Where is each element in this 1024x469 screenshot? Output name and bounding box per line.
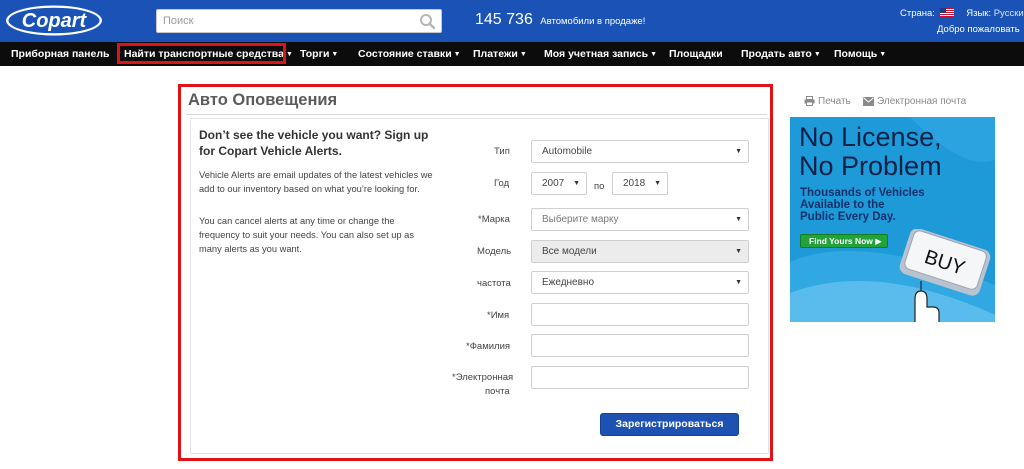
- email-label-line1: *Электронная: [452, 372, 514, 383]
- printer-icon: [804, 96, 815, 106]
- make-select[interactable]: Выберите марку ▼: [531, 208, 749, 231]
- year-to-select[interactable]: 2018 ▼: [612, 172, 668, 195]
- email-label-line2: почта: [485, 386, 510, 397]
- chevron-down-icon: ▼: [519, 51, 527, 58]
- ad-headline-1: No License,: [799, 122, 942, 152]
- chevron-down-icon: ▼: [735, 148, 742, 155]
- language-selector[interactable]: Русский: [994, 8, 1024, 19]
- frequency-label: частота: [477, 278, 511, 289]
- ad-find-button[interactable]: Find Yours Now ▶: [800, 234, 888, 248]
- ad-headline-2: No Problem: [799, 151, 942, 181]
- last-name-input[interactable]: [531, 334, 749, 357]
- chevron-down-icon: ▼: [453, 51, 461, 58]
- chevron-down-icon: ▼: [879, 51, 887, 58]
- search-input[interactable]: [157, 10, 413, 32]
- nav-help[interactable]: Помощь ▼: [834, 42, 886, 66]
- type-label: Тип: [494, 146, 510, 157]
- nav-highlight-frame: [117, 43, 286, 64]
- email-label: Электронная почта: [877, 96, 967, 107]
- search-box[interactable]: [156, 9, 442, 33]
- chevron-down-icon: ▼: [285, 51, 293, 58]
- country-label: Страна:: [900, 8, 935, 19]
- vehicle-count-number: 145 736: [475, 11, 533, 28]
- last-name-label: *Фамилия: [466, 341, 511, 352]
- make-label: *Марка: [478, 214, 510, 225]
- nav-my-account[interactable]: Моя учетная запись ▼: [544, 42, 657, 66]
- language-label: Язык:: [966, 8, 992, 19]
- first-name-input[interactable]: [531, 303, 749, 326]
- chevron-down-icon: ▼: [813, 51, 821, 58]
- intro-paragraph-2: You can cancel alerts at any time or cha…: [199, 216, 415, 254]
- frequency-select[interactable]: Ежедневно ▼: [531, 271, 749, 294]
- chevron-down-icon: ▼: [735, 248, 742, 255]
- nav-bid-status[interactable]: Состояние ставки ▼: [358, 42, 461, 66]
- type-select[interactable]: Automobile ▼: [531, 140, 749, 163]
- envelope-icon: [863, 97, 874, 106]
- us-flag-icon[interactable]: [939, 8, 954, 17]
- chevron-down-icon: ▼: [573, 180, 580, 187]
- year-from-value: 2007: [542, 178, 565, 189]
- chevron-down-icon: ▼: [654, 180, 661, 187]
- model-label: Модель: [477, 246, 512, 257]
- make-select-value: Выберите марку: [542, 214, 619, 225]
- nav-sell-car[interactable]: Продать авто ▼: [741, 42, 821, 66]
- welcome-text[interactable]: Добро пожаловать: [937, 24, 1020, 35]
- intro-heading: Don’t see the vehicle you want? Sign up …: [199, 128, 429, 158]
- nav-payments[interactable]: Платежи ▼: [473, 42, 527, 66]
- model-select[interactable]: Все модели ▼: [531, 240, 749, 263]
- print-label: Печать: [818, 96, 851, 107]
- chevron-down-icon: ▼: [331, 51, 339, 58]
- year-from-select[interactable]: 2007 ▼: [531, 172, 587, 195]
- print-link[interactable]: Печать: [804, 96, 851, 107]
- chevron-down-icon: ▼: [735, 279, 742, 286]
- search-icon[interactable]: [419, 13, 436, 30]
- buy-key-hand-icon: BUY: [899, 229, 991, 322]
- email-link[interactable]: Электронная почта: [863, 96, 966, 107]
- arrow-right-icon: ▶: [875, 236, 882, 246]
- year-label: Год: [494, 178, 510, 189]
- frequency-select-value: Ежедневно: [542, 277, 595, 288]
- ad-subtext: Thousands of Vehicles Available to the P…: [800, 187, 925, 223]
- model-select-value: Все модели: [542, 246, 597, 257]
- type-select-value: Automobile: [542, 146, 593, 157]
- nav-dashboard[interactable]: Приборная панель: [11, 42, 109, 66]
- email-input[interactable]: [531, 366, 749, 389]
- chevron-down-icon: ▼: [650, 51, 658, 58]
- logo-text: Copart: [22, 10, 88, 32]
- ad-banner[interactable]: No License, No Problem Thousands of Vehi…: [790, 117, 995, 322]
- chevron-down-icon: ▼: [735, 216, 742, 223]
- nav-auctions[interactable]: Торги ▼: [300, 42, 338, 66]
- copart-logo[interactable]: Copart: [4, 4, 104, 37]
- intro-paragraph-1: Vehicle Alerts are email updates of the …: [199, 170, 433, 194]
- page-title: Авто Оповещения: [188, 91, 338, 109]
- title-divider: [186, 114, 767, 115]
- vehicle-count-text: Автомобили в продаже!: [540, 16, 646, 27]
- locale-settings: Страна: Язык: Русский: [900, 8, 1024, 19]
- vehicle-count: 145 736 Автомобили в продаже!: [475, 11, 645, 29]
- nav-locations[interactable]: Площадки: [669, 42, 723, 66]
- first-name-label: *Имя: [487, 310, 510, 321]
- year-to-value: 2018: [623, 178, 646, 189]
- register-button[interactable]: Зарегистрироваться: [600, 413, 739, 436]
- year-to-label: по: [594, 181, 605, 192]
